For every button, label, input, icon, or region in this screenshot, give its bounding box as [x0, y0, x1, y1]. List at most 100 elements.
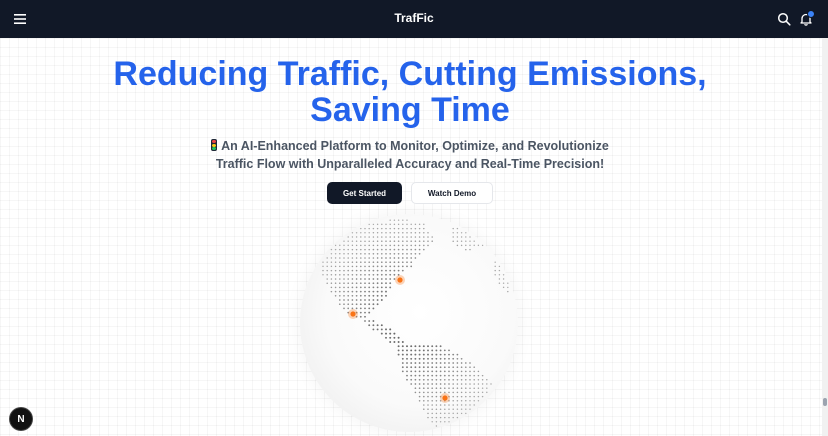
globe-dot: [380, 265, 383, 268]
notifications-button[interactable]: [796, 9, 816, 29]
globe-dot: [410, 248, 413, 251]
globe-dot: [334, 265, 337, 268]
globe-dot: [414, 353, 417, 356]
globe-dot: [452, 404, 454, 406]
globe-dot: [402, 219, 404, 221]
globe-dot: [410, 357, 413, 360]
globe-dot: [368, 311, 371, 314]
globe-dot: [414, 257, 417, 259]
globe-dot: [443, 378, 446, 381]
globe-dot: [456, 244, 459, 247]
globe-dot: [414, 362, 417, 364]
globe-dot: [385, 332, 387, 335]
get-started-button[interactable]: Get Started: [327, 182, 402, 204]
globe-dot: [326, 282, 328, 284]
location-marker[interactable]: [350, 311, 356, 317]
globe-dot: [418, 362, 421, 364]
globe-dot: [456, 387, 459, 389]
globe-visual[interactable]: [300, 214, 518, 432]
globe-dot: [376, 265, 379, 268]
globe-dot: [351, 299, 354, 301]
globe-dot: [448, 421, 450, 423]
globe-dot: [368, 303, 371, 306]
globe-dot: [494, 261, 496, 263]
globe-dot: [385, 286, 387, 289]
globe-dot: [469, 383, 471, 385]
globe-dot: [397, 227, 400, 230]
globe-dot: [397, 265, 400, 268]
globe-dot: [376, 303, 379, 306]
notification-dot: [807, 10, 815, 18]
globe-dot: [443, 383, 446, 385]
globe-dot: [372, 236, 375, 238]
scrollbar-thumb[interactable]: [823, 398, 827, 406]
globe-dot: [418, 383, 421, 385]
globe-dot: [414, 248, 417, 251]
globe-dot: [355, 307, 358, 310]
globe-dot: [473, 395, 475, 398]
search-button[interactable]: [774, 9, 794, 29]
globe-dot: [435, 353, 438, 356]
globe-dot: [418, 240, 421, 242]
framework-badge[interactable]: N: [10, 408, 32, 430]
globe-dot: [360, 227, 362, 230]
location-marker[interactable]: [397, 277, 403, 283]
globe-dot: [477, 400, 480, 402]
globe-dot: [473, 391, 475, 394]
globe-dot: [376, 232, 379, 234]
globe-dot: [439, 383, 442, 385]
globe-dot: [406, 265, 408, 268]
globe-dot: [389, 248, 392, 251]
globe-dot: [380, 278, 383, 280]
globe-dot: [414, 223, 417, 226]
globe-dot: [469, 391, 471, 394]
globe-dot: [385, 223, 387, 226]
globe-dot: [435, 378, 438, 381]
globe-dot: [343, 290, 345, 293]
brand-logo[interactable]: TrafFic: [0, 11, 828, 25]
watch-demo-button[interactable]: Watch Demo: [411, 182, 493, 204]
globe-dot: [460, 366, 463, 369]
page-scrollbar[interactable]: [822, 38, 828, 436]
globe-dot: [406, 374, 408, 377]
globe-dot: [393, 248, 396, 251]
globe-dot: [439, 357, 442, 360]
globe-dot: [422, 248, 425, 251]
globe-dot: [431, 357, 434, 360]
globe-dot: [380, 286, 383, 289]
globe-dot: [397, 232, 400, 234]
globe-dot: [364, 265, 366, 268]
globe-dot: [330, 286, 333, 289]
globe-dot: [393, 236, 396, 238]
globe-dot: [393, 341, 396, 343]
globe-dot: [355, 232, 358, 234]
globe-dot: [364, 282, 366, 285]
globe-dot: [423, 404, 425, 406]
globe-dot: [380, 273, 383, 276]
globe-dot: [347, 286, 350, 289]
globe-dot: [418, 248, 421, 251]
globe-dot: [418, 223, 421, 226]
globe-dot: [427, 232, 429, 234]
globe-dot: [389, 282, 392, 285]
globe-dot: [360, 261, 362, 263]
globe-dot: [410, 252, 413, 255]
location-marker[interactable]: [442, 395, 448, 401]
globe-dot: [448, 349, 450, 352]
globe-dot: [385, 278, 387, 280]
globe-dot: [347, 307, 350, 310]
globe-dot: [477, 387, 480, 389]
globe-dot: [339, 257, 341, 259]
globe-dot: [343, 265, 345, 268]
globe-dot: [347, 282, 350, 285]
globe-dot: [422, 366, 425, 369]
globe-dot: [431, 416, 433, 419]
globe-dot: [364, 248, 366, 251]
globe-dot: [486, 391, 488, 394]
globe-dot: [452, 227, 454, 230]
globe-dot: [456, 374, 459, 377]
globe-dot: [381, 232, 383, 234]
globe-dot: [418, 236, 421, 238]
globe-dot: [334, 248, 337, 251]
globe-dot: [381, 227, 383, 230]
